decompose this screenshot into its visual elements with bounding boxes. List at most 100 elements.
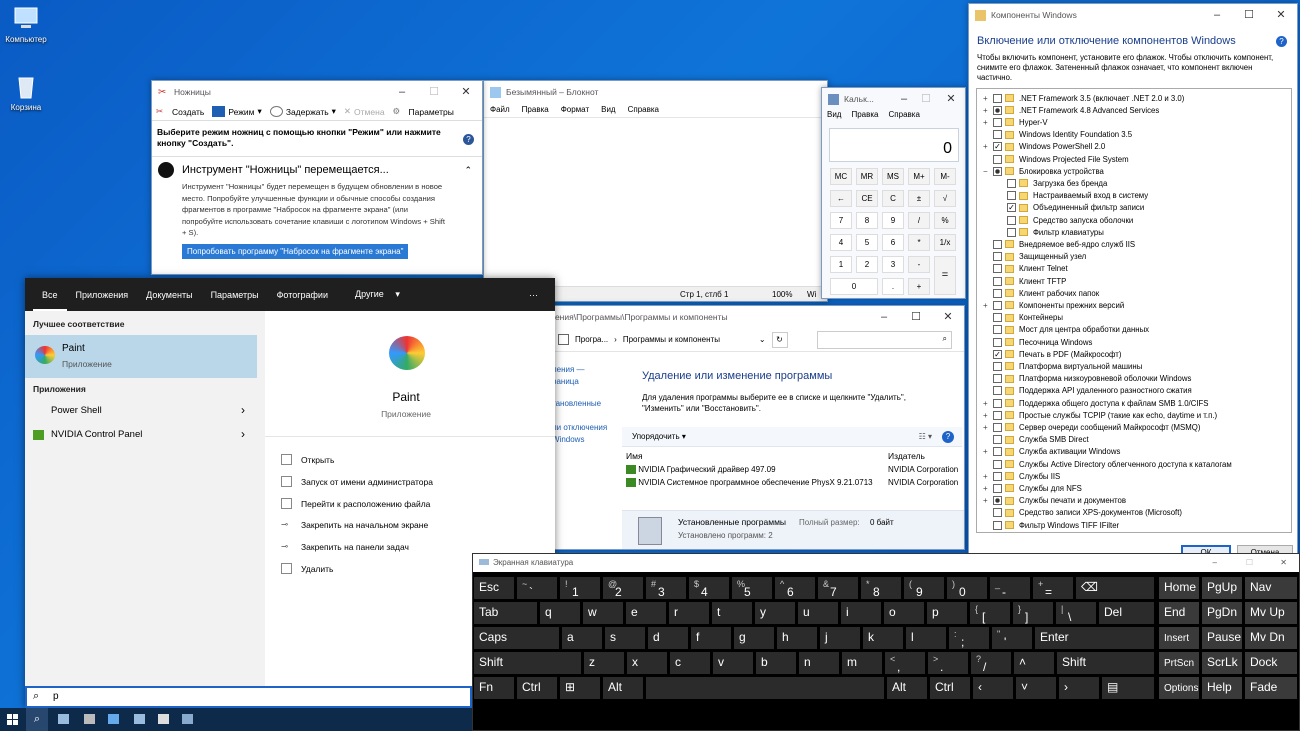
key-symbol[interactable]: ˄ bbox=[1014, 652, 1054, 674]
key-symbol[interactable]: {[ bbox=[970, 602, 1010, 624]
key-u[interactable]: u bbox=[798, 602, 838, 624]
feature-row[interactable]: + Компоненты прежних версий bbox=[983, 299, 1124, 311]
key-symbol[interactable]: " ' bbox=[992, 627, 1032, 649]
key-shift[interactable]: Shift bbox=[474, 652, 581, 674]
key-c[interactable]: c bbox=[670, 652, 710, 674]
feature-row[interactable]: + Простые службы TCPIP (такие как echo, d… bbox=[983, 409, 1217, 421]
help-icon[interactable]: ? bbox=[463, 134, 474, 145]
key-4[interactable]: $4 bbox=[689, 577, 729, 599]
feature-row[interactable]: − Блокировка устройства bbox=[983, 165, 1104, 177]
feature-checkbox[interactable] bbox=[1007, 191, 1016, 201]
calc-key-c[interactable]: C bbox=[882, 190, 904, 207]
feature-row[interactable]: Загрузка без бренда bbox=[997, 177, 1107, 189]
tab-settings[interactable]: Параметры bbox=[202, 290, 268, 300]
notepad-titlebar[interactable]: Безымянный – Блокнот bbox=[484, 81, 827, 103]
taskbar-app-icon[interactable] bbox=[108, 714, 119, 724]
expand-icon[interactable]: + bbox=[983, 399, 993, 408]
feature-checkbox[interactable] bbox=[993, 252, 1002, 262]
key-mvup[interactable]: Mv Up bbox=[1245, 602, 1297, 624]
expand-icon[interactable]: + bbox=[983, 94, 993, 103]
calc-key-1[interactable]: 1 bbox=[830, 256, 852, 273]
feature-checkbox[interactable] bbox=[993, 93, 1002, 103]
key-e[interactable]: e bbox=[626, 602, 666, 624]
action-pin-to-taskbar[interactable]: ⊸ Закрепить на панели задач bbox=[281, 541, 409, 552]
windows-start-icon[interactable] bbox=[7, 714, 18, 725]
options-button[interactable]: ⚙ Параметры bbox=[393, 106, 454, 117]
calc-key-2[interactable]: 2 bbox=[856, 256, 878, 273]
key-f[interactable]: f bbox=[691, 627, 731, 649]
calc-key-minus[interactable]: - bbox=[908, 256, 930, 273]
expand-icon[interactable]: + bbox=[983, 496, 993, 505]
feature-checkbox[interactable] bbox=[993, 422, 1002, 432]
feature-checkbox[interactable] bbox=[993, 313, 1002, 323]
help-icon[interactable]: ? bbox=[942, 430, 954, 443]
key-7[interactable]: & 7 bbox=[818, 577, 858, 599]
tab-more[interactable]: Другие ▾ bbox=[337, 289, 409, 300]
key-5[interactable]: % 5 bbox=[732, 577, 772, 599]
feature-checkbox[interactable] bbox=[993, 374, 1002, 384]
key-pgup[interactable]: PgUp bbox=[1202, 577, 1242, 599]
chevron-down-icon[interactable]: ⌄ bbox=[759, 335, 766, 344]
programs-titlebar[interactable]: ления\Программы\Программы и компоненты –… bbox=[542, 306, 964, 328]
feature-row[interactable]: Настраиваемый вход в систему bbox=[997, 190, 1148, 202]
calc-key-equals[interactable]: = bbox=[934, 256, 956, 295]
key-symbol[interactable]: › bbox=[1059, 677, 1099, 699]
feature-checkbox[interactable] bbox=[993, 337, 1002, 347]
key-symbol[interactable]: ? / bbox=[971, 652, 1011, 674]
key-a[interactable]: a bbox=[562, 627, 602, 649]
search-icon[interactable]: ⌕ bbox=[26, 708, 48, 731]
tab-apps[interactable]: Приложения bbox=[67, 290, 138, 300]
expand-icon[interactable]: − bbox=[983, 167, 993, 176]
feature-checkbox[interactable] bbox=[1007, 178, 1016, 188]
key-h[interactable]: h bbox=[777, 627, 817, 649]
feature-checkbox[interactable] bbox=[993, 264, 1002, 274]
action-pin-to-start[interactable]: ⊸ Закрепить на начальном экране bbox=[281, 519, 428, 530]
minimize-button[interactable]: – bbox=[386, 81, 418, 103]
feature-checkbox[interactable] bbox=[993, 276, 1002, 286]
notepad-text-area[interactable] bbox=[484, 117, 827, 285]
taskbar-app-icon[interactable] bbox=[158, 714, 169, 724]
app-result-powershell[interactable]: Power Shell › bbox=[25, 401, 257, 423]
spacebar[interactable] bbox=[646, 677, 884, 699]
key-tab[interactable]: Tab bbox=[474, 602, 537, 624]
calc-key-7[interactable]: 7 bbox=[830, 212, 852, 229]
key-symbol[interactable]: >. bbox=[928, 652, 968, 674]
organize-button[interactable]: Упорядочить ▾ bbox=[632, 432, 686, 441]
menu-view[interactable]: Вид bbox=[827, 110, 841, 119]
key-pause[interactable]: Pause bbox=[1202, 627, 1242, 649]
best-match-item[interactable]: Paint Приложение bbox=[25, 335, 257, 378]
key-symbol[interactable]: + = bbox=[1033, 577, 1073, 599]
key-symbol[interactable]: ▤ bbox=[1102, 677, 1154, 699]
key-end[interactable]: End bbox=[1159, 602, 1199, 624]
feature-row[interactable]: Windows Identity Foundation 3.5 bbox=[983, 129, 1132, 141]
close-button[interactable]: ✕ bbox=[1280, 554, 1287, 572]
key-l[interactable]: l bbox=[906, 627, 946, 649]
feature-checkbox[interactable] bbox=[1007, 227, 1016, 237]
key-home[interactable]: Home bbox=[1159, 577, 1199, 599]
feature-row[interactable]: + Поддержка общего доступа к файлам SMB 1… bbox=[983, 397, 1208, 409]
key-z[interactable]: z bbox=[584, 652, 624, 674]
view-options-icon[interactable]: ☷ ▾ bbox=[919, 432, 932, 441]
key-symbol[interactable]: }] bbox=[1013, 602, 1053, 624]
expand-icon[interactable]: + bbox=[983, 447, 993, 456]
key-symbol[interactable]: ‹ bbox=[973, 677, 1013, 699]
feature-row[interactable]: Клиент рабочих папок bbox=[983, 287, 1099, 299]
menu-view[interactable]: Вид bbox=[601, 105, 615, 114]
sidebar-link[interactable]: тановленные bbox=[552, 398, 612, 410]
key-fn[interactable]: Fn bbox=[474, 677, 514, 699]
expand-icon[interactable]: + bbox=[983, 301, 993, 310]
feature-row[interactable]: Клиент TFTP bbox=[983, 275, 1066, 287]
close-button[interactable]: ✕ bbox=[937, 88, 965, 110]
expand-icon[interactable]: + bbox=[983, 484, 993, 493]
action-open[interactable]: Открыть bbox=[281, 454, 334, 465]
breadcrumb-current[interactable]: Программы и компоненты bbox=[623, 335, 753, 344]
refresh-icon[interactable]: ↻ bbox=[771, 331, 788, 348]
calc-key-mc[interactable]: MC bbox=[830, 168, 852, 185]
key-nav[interactable]: Nav bbox=[1245, 577, 1297, 599]
calculator-titlebar[interactable]: Кальк... – ☐ ✕ bbox=[822, 88, 965, 110]
feature-row[interactable]: + Сервер очереди сообщений Майкрософт (MS… bbox=[983, 421, 1200, 433]
feature-checkbox[interactable] bbox=[993, 166, 1002, 176]
key-symbol[interactable]: ⊞ bbox=[560, 677, 600, 699]
calc-key-backspace[interactable]: ← bbox=[830, 190, 852, 207]
key-symbol[interactable]: :; bbox=[949, 627, 989, 649]
